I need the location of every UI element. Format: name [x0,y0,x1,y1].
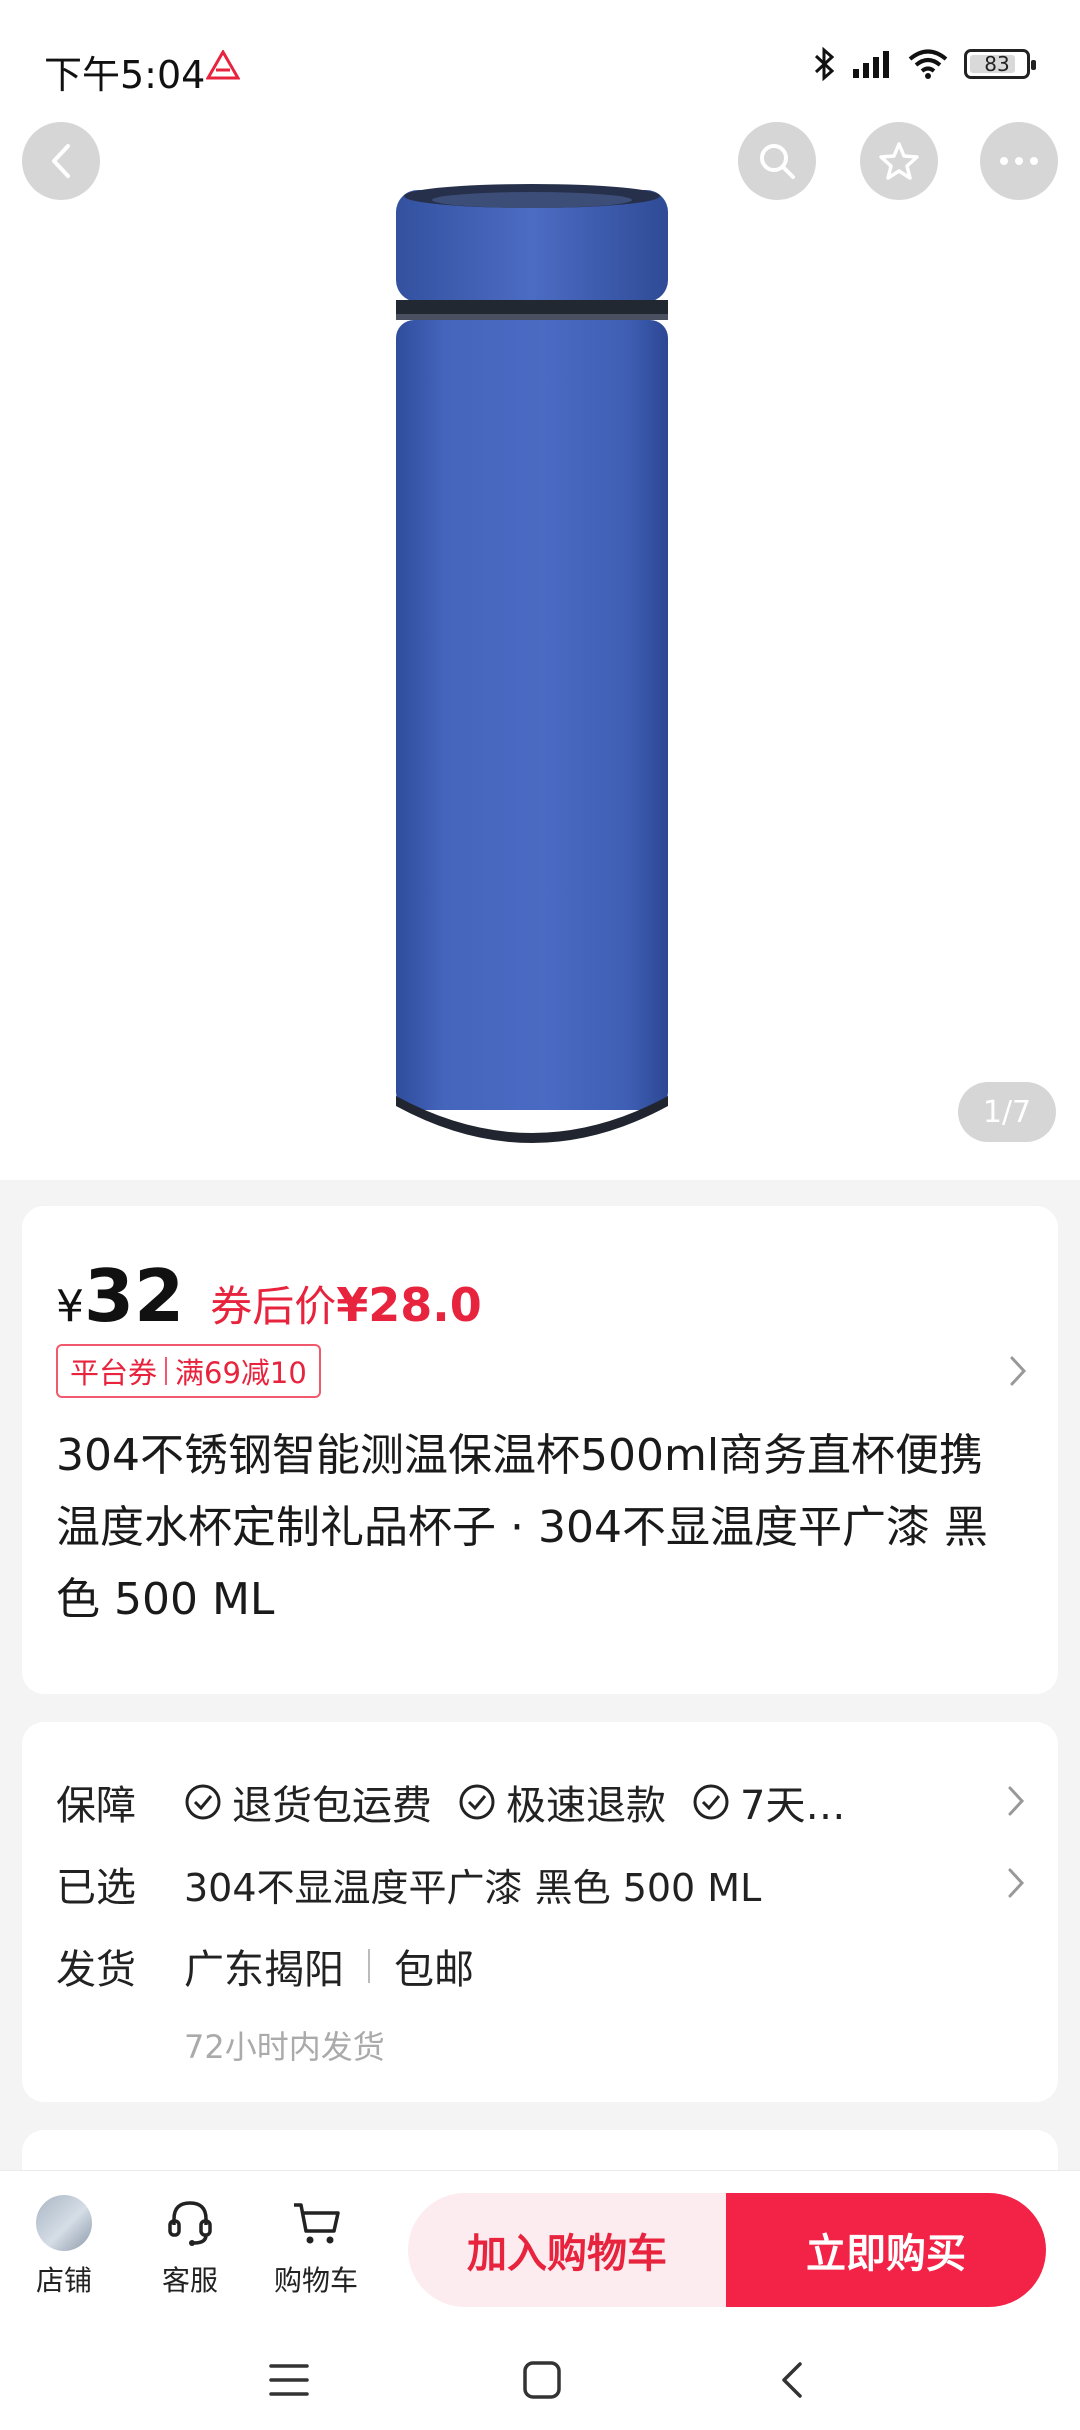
shipping-info: 广东揭阳 包邮 [184,1937,474,1995]
coupon-rule: 满69减10 [175,1356,307,1390]
bluetooth-icon [814,47,835,81]
cart-label: 购物车 [273,2264,358,2297]
customer-service-tab[interactable]: 客服 [130,2195,250,2299]
cart-tab[interactable]: 购物车 [256,2195,376,2299]
app-notification-icon [206,50,240,80]
service-card[interactable]: 保障 退货包运费 极速退款 7天… 已选 304不显温度平广漆 黑色 500 M… [22,1722,1058,2102]
shipping-row: 发货 广东揭阳 包邮 [56,1936,1026,1996]
chevron-right-icon[interactable] [1008,1354,1028,1388]
shipping-divider [368,1949,370,1983]
check-circle-icon [185,1784,221,1820]
back-icon[interactable] [776,2360,806,2400]
battery-icon: 83 [964,49,1036,79]
after-coupon-label: 券后价 [210,1282,337,1331]
home-icon[interactable] [522,2360,562,2400]
cart-icon [294,2203,340,2244]
more-dots-icon [1000,157,1038,165]
star-icon [879,142,919,180]
system-navigation-bar [0,2330,1080,2430]
selected-value: 304不显温度平广漆 黑色 500 ML [184,1865,762,1910]
shipping-time: 72小时内发货 [184,2028,385,2066]
shop-avatar [36,2195,92,2251]
coupon-type: 平台券 [70,1356,158,1390]
shop-tab[interactable]: 店铺 [4,2195,124,2299]
guarantee-item: 极速退款 [458,1773,666,1831]
image-page-counter: 1/7 [958,1082,1056,1142]
shipping-label: 发货 [56,1947,136,1993]
product-title: 304不锈钢智能测温保温杯500ml商务直杯便携温度水杯定制礼品杯子 · 304… [56,1430,988,1625]
headset-icon [168,2201,212,2246]
service-label: 客服 [161,2264,218,2297]
selected-label: 已选 [56,1865,136,1911]
price-row: ¥ 32 券后价 ¥28.0 [56,1254,482,1338]
battery-level: 83 [984,52,1010,76]
bottom-action-bar: 店铺 客服 购物车 加入购物车 立即购买 [0,2170,1080,2330]
guarantee-item: 退货包运费 [184,1773,432,1831]
buy-now-button[interactable]: 立即购买 [726,2193,1046,2307]
guarantee-text: 退货包运费 [232,1783,432,1829]
price-currency: ¥ [56,1281,84,1332]
back-arrow-icon [52,144,70,178]
status-bar: 下午5:04 83 [0,0,1080,120]
shipping-origin: 广东揭阳 [184,1947,344,1993]
guarantee-text: 7天… [740,1783,846,1829]
check-circle-icon [693,1784,729,1820]
chevron-right-icon[interactable] [1006,1784,1026,1818]
signal-icon [853,51,889,78]
back-button[interactable] [22,122,100,200]
selected-spec-row[interactable]: 已选 304不显温度平广漆 黑色 500 ML [56,1854,1026,1914]
price-value: 32 [84,1254,185,1338]
menu-icon[interactable] [268,2360,310,2400]
search-button[interactable] [738,122,816,200]
guarantee-row[interactable]: 保障 退货包运费 极速退款 7天… [56,1772,1026,1832]
guarantee-text: 极速退款 [506,1783,666,1829]
wifi-icon [908,49,948,79]
guarantee-item: 7天… [692,1773,845,1831]
guarantee-list: 退货包运费 极速退款 7天… [184,1773,871,1831]
check-circle-icon [459,1784,495,1820]
add-to-cart-button[interactable]: 加入购物车 [408,2193,726,2307]
coupon-divider [165,1357,168,1385]
status-time: 下午5:04 [44,53,206,97]
more-button[interactable] [980,122,1058,200]
after-coupon-price: ¥28.0 [336,1278,482,1332]
chevron-right-icon[interactable] [1006,1866,1026,1900]
purchase-buttons: 加入购物车 立即购买 [408,2193,1046,2307]
shop-label: 店铺 [35,2264,92,2297]
guarantee-label: 保障 [56,1783,136,1829]
platform-coupon-tag[interactable]: 平台券 满69减10 [56,1344,321,1398]
favorite-button[interactable] [860,122,938,200]
shipping-fee: 包邮 [394,1947,474,1993]
status-icons: 83 [812,46,1036,82]
search-icon [760,144,795,179]
price-card: ¥ 32 券后价 ¥28.0 平台券 满69减10 304不锈钢智能测温保温杯5… [22,1206,1058,1694]
